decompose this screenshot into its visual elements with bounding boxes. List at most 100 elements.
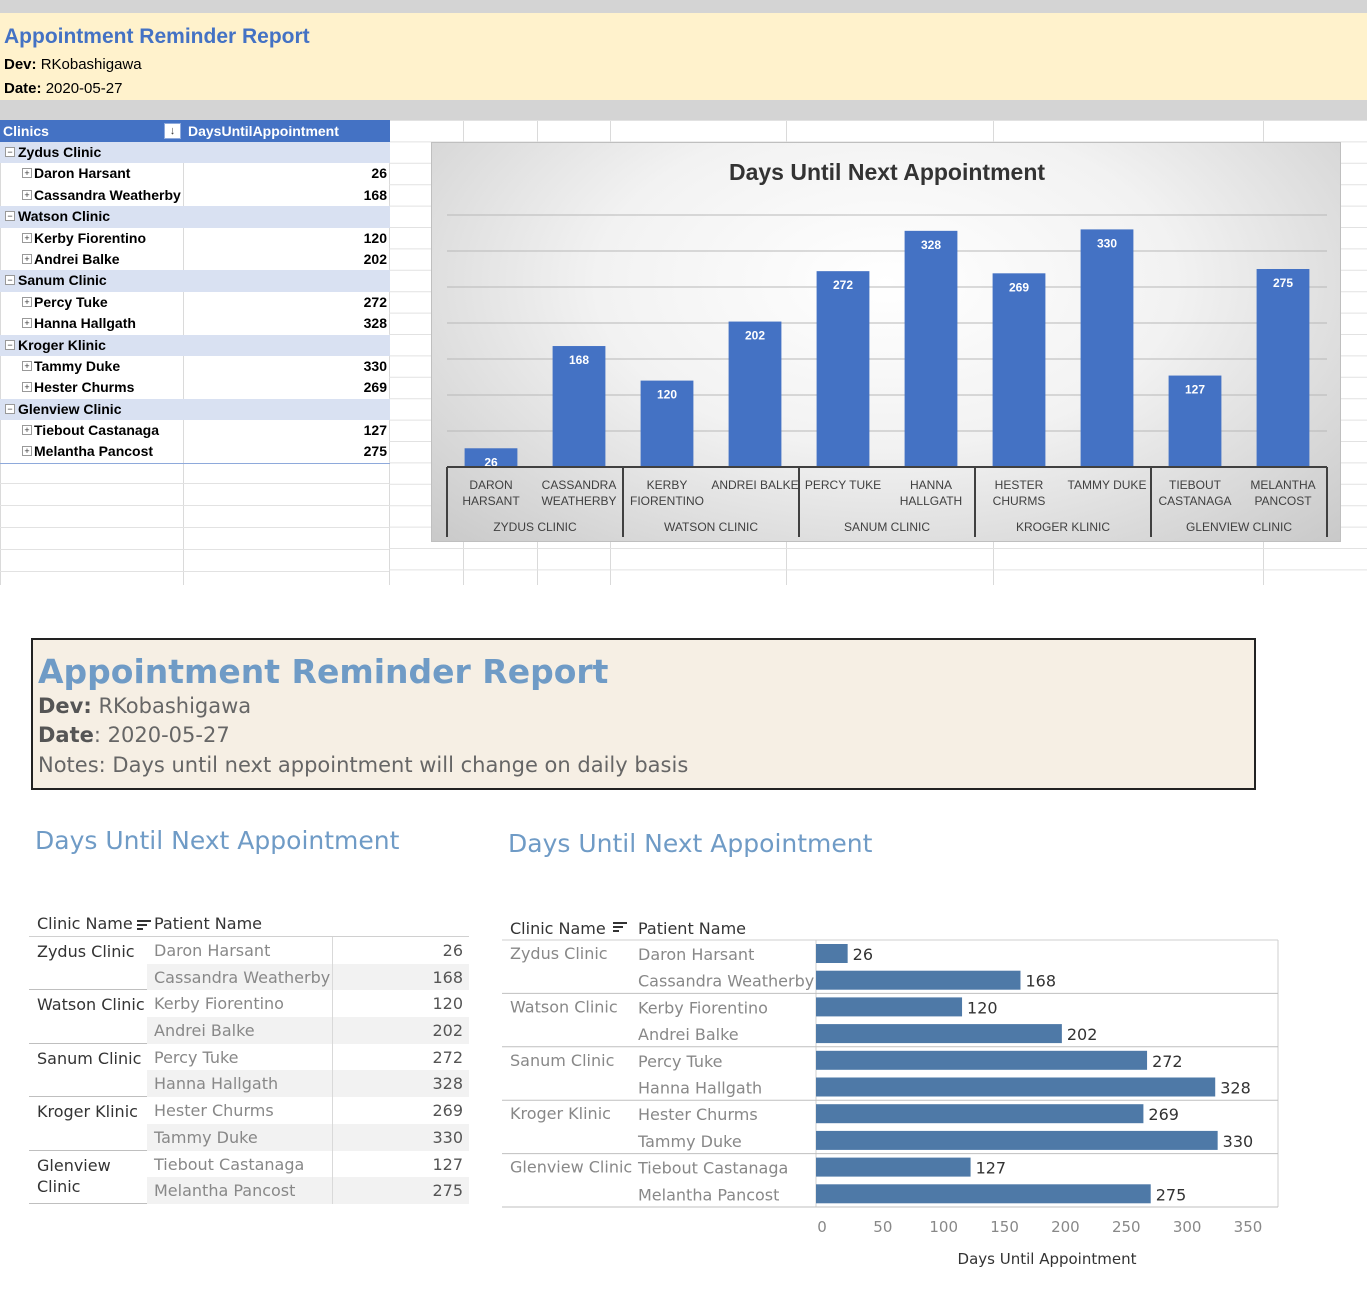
- excel-category-label: CASSANDRA WEATHERBY: [541, 478, 616, 508]
- table-group: Glenview Clinic Tiebout Castanaga 127 Melan…: [29, 1150, 469, 1204]
- excel-category-label: KERBY FIORENTINO: [630, 478, 704, 508]
- chart-bar-label: 120: [967, 998, 998, 1017]
- tableau-dev-value: RKobashigawa: [98, 694, 252, 718]
- pivot-patient-label: Tammy Duke: [34, 357, 121, 374]
- table-clinic-name[interactable]: Kroger Klinic: [37, 1101, 152, 1122]
- expand-icon[interactable]: +: [22, 446, 32, 457]
- sort-icon[interactable]: [136, 918, 151, 932]
- pivot-value: 127: [363, 422, 387, 439]
- table-patient-name: Kerby Fiorentino: [154, 994, 284, 1014]
- column-divider: [332, 963, 333, 991]
- excel-column-chart[interactable]: Days Until Next Appointment 26 DARON HARSAN…: [431, 142, 1341, 542]
- excel-dev-value: RKobashigawa: [40, 56, 142, 73]
- table-clinic-name[interactable]: Zydus Clinic: [37, 941, 152, 962]
- table-row[interactable]: Daron Harsant 26: [147, 937, 469, 964]
- collapse-icon[interactable]: −: [5, 211, 15, 222]
- excel-group-label: GLENVIEW CLINIC: [1186, 520, 1292, 534]
- sort-descending-icon[interactable]: ↓: [164, 123, 181, 139]
- tableau-bar-chart[interactable]: Clinic Name Patient Name Zydus Clinic Watso…: [502, 916, 1302, 1276]
- pivot-item-row[interactable]: + Tiebout Castanaga 127: [0, 420, 390, 441]
- pivot-table[interactable]: Clinics ↓ DaysUntilAppointment − Zydus Cl…: [0, 120, 390, 464]
- tableau-report-title: Appointment Reminder Report: [38, 652, 609, 691]
- table-clinic-name[interactable]: Sanum Clinic: [37, 1048, 152, 1069]
- patient-name-header[interactable]: Patient Name: [154, 914, 262, 933]
- table-days-value: 269: [432, 1101, 463, 1121]
- chart-x-tick: 250: [1112, 1218, 1141, 1236]
- table-row[interactable]: Hanna Hallgath 328: [147, 1070, 469, 1098]
- expand-icon[interactable]: +: [22, 360, 32, 371]
- expand-icon[interactable]: +: [22, 318, 32, 329]
- pivot-group-row[interactable]: − Glenview Clinic: [0, 398, 390, 421]
- chart-bar-label: 330: [1223, 1132, 1254, 1151]
- clinic-name-header[interactable]: Clinic Name: [37, 914, 151, 933]
- table-days-value: 275: [432, 1181, 463, 1201]
- table-sheet-title: Days Until Next Appointment: [35, 826, 400, 855]
- excel-bar-label: 275: [1273, 276, 1293, 290]
- collapse-icon[interactable]: −: [5, 147, 15, 157]
- expand-icon[interactable]: +: [22, 382, 32, 393]
- pivot-group-row[interactable]: − Kroger Klinic: [0, 334, 390, 356]
- excel-category-label: ANDREI BALKE: [711, 478, 798, 492]
- pivot-group-row[interactable]: − Zydus Clinic: [0, 142, 390, 164]
- pivot-item-row[interactable]: + Hester Churms 269: [0, 377, 390, 398]
- table-row[interactable]: Kerby Fiorentino 120: [147, 990, 469, 1018]
- pivot-item-row[interactable]: + Cassandra Weatherby 168: [0, 185, 390, 206]
- chart-x-tick: 50: [873, 1218, 892, 1236]
- chart-patient-label: Tammy Duke: [637, 1132, 742, 1151]
- table-row[interactable]: Tiebout Castanaga 127: [147, 1150, 469, 1178]
- table-row[interactable]: Andrei Balke 202: [147, 1017, 469, 1044]
- table-row[interactable]: Percy Tuke 272: [147, 1043, 469, 1071]
- excel-bar-label: 330: [1097, 236, 1117, 250]
- column-divider: [332, 1177, 333, 1204]
- pivot-group-row[interactable]: − Sanum Clinic: [0, 270, 390, 292]
- table-row[interactable]: Melantha Pancost 275: [147, 1177, 469, 1204]
- chart-clinic-label: Sanum Clinic: [510, 1051, 614, 1070]
- pivot-item-row[interactable]: + Hanna Hallgath 328: [0, 313, 390, 334]
- collapse-icon[interactable]: −: [5, 275, 15, 286]
- excel-date-value: 2020-05-27: [45, 80, 123, 97]
- pivot-clinic-label: Watson Clinic: [18, 208, 111, 225]
- table-clinic-name[interactable]: Watson Clinic: [37, 994, 152, 1015]
- table-days-value: 168: [432, 967, 463, 987]
- chart-x-tick: 350: [1234, 1218, 1263, 1236]
- pivot-value: 269: [363, 379, 387, 396]
- chart-sheet-title: Days Until Next Appointment: [508, 829, 873, 858]
- excel-dev-line[interactable]: Dev: RKobashigawa: [4, 56, 142, 73]
- pivot-item-row[interactable]: + Melantha Pancost 275: [0, 441, 390, 462]
- expand-icon[interactable]: +: [22, 168, 32, 179]
- expand-icon[interactable]: +: [22, 189, 32, 200]
- chart-clinic-label: Glenview Clinic: [510, 1158, 632, 1177]
- pivot-item-row[interactable]: + Tammy Duke 330: [0, 356, 390, 377]
- column-divider: [332, 1070, 333, 1098]
- column-divider: [332, 1097, 333, 1124]
- table-clinic-name[interactable]: Glenview Clinic: [37, 1155, 152, 1197]
- pivot-item-row[interactable]: + Percy Tuke 272: [0, 292, 390, 313]
- excel-chart-title: Days Until Next Appointment: [729, 159, 1045, 185]
- chart-x-tick: 300: [1173, 1218, 1202, 1236]
- pivot-col-days[interactable]: DaysUntilAppointment: [188, 123, 339, 139]
- pivot-col-clinics[interactable]: Clinics: [3, 123, 49, 139]
- table-row[interactable]: Tammy Duke 330: [147, 1123, 469, 1151]
- expand-icon[interactable]: +: [22, 232, 32, 243]
- pivot-item-row[interactable]: + Daron Harsant 26: [0, 163, 390, 184]
- table-row[interactable]: Hester Churms 269: [147, 1097, 469, 1124]
- pivot-patient-label: Daron Harsant: [34, 165, 131, 182]
- chart-x-tick: 0: [817, 1218, 827, 1236]
- chart-patient-name-header: Patient Name: [638, 919, 746, 938]
- chart-bar-label: 26: [853, 945, 873, 964]
- expand-icon[interactable]: +: [22, 425, 32, 436]
- pivot-item-row[interactable]: + Andrei Balke 202: [0, 249, 390, 270]
- text-table-body: Zydus Clinic Daron Harsant 26 Cassandra Wea…: [29, 936, 469, 1204]
- pivot-item-row[interactable]: + Kerby Fiorentino 120: [0, 228, 390, 249]
- collapse-icon[interactable]: −: [5, 339, 15, 350]
- collapse-icon[interactable]: −: [5, 403, 15, 414]
- expand-icon[interactable]: +: [22, 253, 32, 264]
- chart-patient-label: Melantha Pancost: [638, 1185, 779, 1204]
- table-row[interactable]: Cassandra Weatherby 168: [147, 963, 469, 991]
- chart-x-tick: 150: [990, 1218, 1019, 1236]
- expand-icon[interactable]: +: [22, 296, 32, 307]
- excel-report-title[interactable]: Appointment Reminder Report: [4, 25, 310, 49]
- pivot-group-row[interactable]: − Watson Clinic: [0, 206, 390, 228]
- chart-x-axis-label: Days Until Appointment: [958, 1250, 1137, 1268]
- excel-date-line[interactable]: Date: 2020-05-27: [4, 80, 122, 97]
